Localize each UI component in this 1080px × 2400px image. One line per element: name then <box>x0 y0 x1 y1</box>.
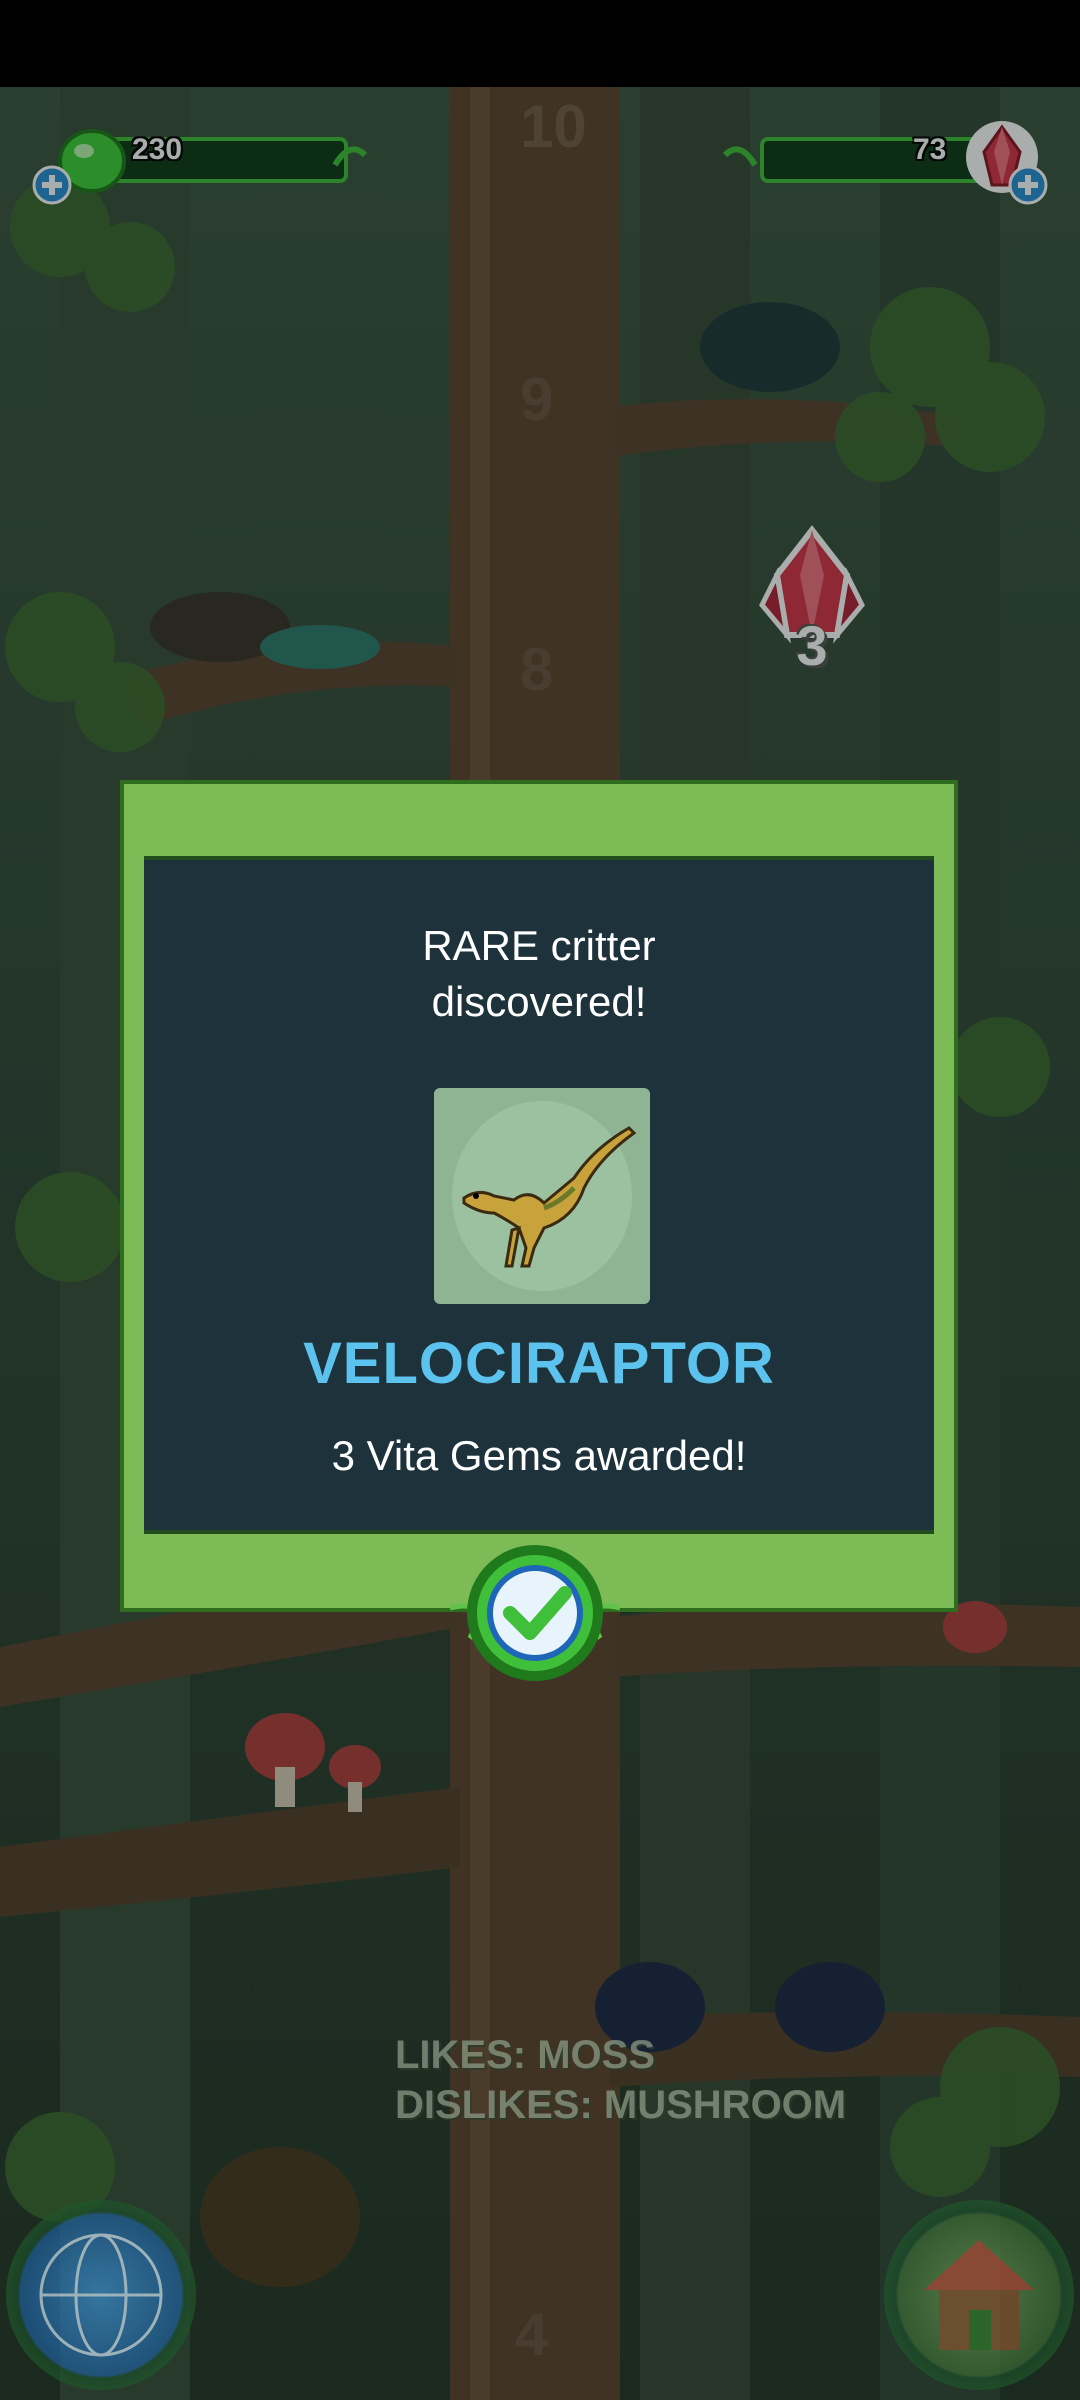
status-bar <box>0 0 1080 87</box>
confirm-button[interactable] <box>449 1538 621 1688</box>
dialog-title-line2: discovered! <box>431 978 647 1025</box>
home-button[interactable] <box>884 2200 1074 2390</box>
critter-name: VELOCIRAPTOR <box>303 1331 775 1396</box>
globe-icon <box>39 2233 163 2357</box>
award-text: 3 Vita Gems awarded! <box>331 1432 747 1479</box>
dialog-title-line1: RARE critter <box>422 922 656 969</box>
dialog-title: RARE critter discovered! <box>144 918 934 1030</box>
world-map-button[interactable] <box>6 2200 196 2390</box>
critter-preferences: LIKES: MOSS DISLIKES: MUSHROOM <box>395 2030 846 2130</box>
house-icon <box>924 2240 1034 2350</box>
checkmark-icon <box>449 1545 621 1681</box>
likes-text: LIKES: MOSS <box>395 2033 656 2077</box>
velociraptor-icon <box>452 1101 637 1291</box>
dislikes-text: DISLIKES: MUSHROOM <box>395 2083 847 2127</box>
dialog-panel: RARE critter discovered! VELOCIRAPTOR 3 … <box>144 856 934 1534</box>
rare-critter-dialog: RARE critter discovered! VELOCIRAPTOR 3 … <box>120 780 958 1612</box>
critter-portrait <box>434 1088 650 1304</box>
